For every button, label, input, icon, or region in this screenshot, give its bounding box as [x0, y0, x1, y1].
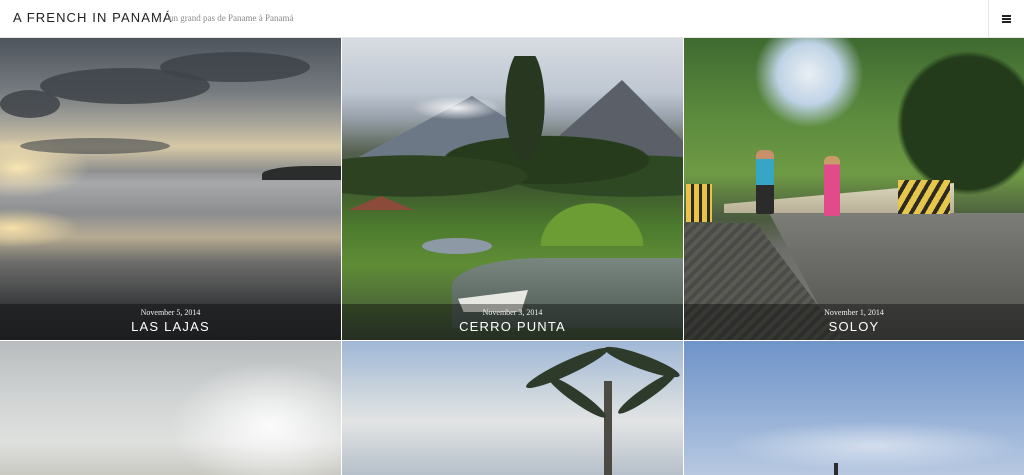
site-header: A FRENCH IN PANAMÁ un grand pas de Panam… — [0, 0, 1024, 38]
post-caption: November 3, 2014 CERRO PUNTA — [342, 304, 683, 340]
post-title[interactable]: LAS LAJAS — [0, 319, 341, 334]
post-image — [724, 421, 1024, 471]
post-image — [754, 38, 864, 128]
post-image — [170, 361, 341, 475]
post-tile[interactable] — [342, 341, 683, 475]
post-date: November 1, 2014 — [824, 308, 884, 317]
post-date: November 3, 2014 — [482, 308, 543, 317]
hamburger-menu-icon — [1002, 15, 1011, 23]
post-tile[interactable] — [0, 341, 341, 475]
site-title[interactable]: A FRENCH IN PANAMÁ — [13, 10, 173, 25]
menu-button[interactable] — [989, 0, 1024, 38]
post-tile-cerro-punta[interactable]: November 3, 2014 CERRO PUNTA — [342, 38, 683, 340]
post-title[interactable]: SOLOY — [684, 319, 1024, 334]
site-tagline: un grand pas de Paname à Panamá — [169, 13, 294, 23]
post-caption: November 5, 2014 LAS LAJAS — [0, 304, 341, 340]
post-caption: November 1, 2014 SOLOY — [684, 304, 1024, 340]
post-title[interactable]: CERRO PUNTA — [342, 319, 683, 334]
post-tile-soloy[interactable]: November 1, 2014 SOLOY — [684, 38, 1024, 340]
post-tile-las-lajas[interactable]: November 5, 2014 LAS LAJAS — [0, 38, 341, 340]
post-tile[interactable] — [684, 341, 1024, 475]
post-date: November 5, 2014 — [140, 308, 201, 317]
post-image — [604, 381, 612, 475]
